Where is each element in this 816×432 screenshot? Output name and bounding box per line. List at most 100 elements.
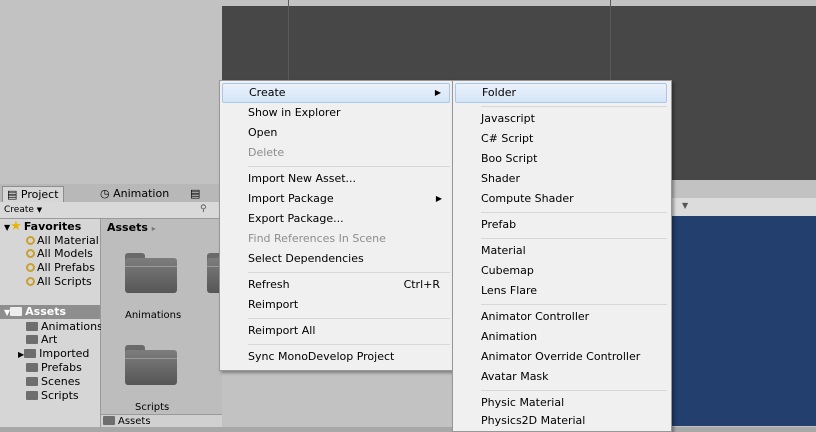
menu-item-create[interactable]: Create ▶ <box>222 83 450 103</box>
favorites-item[interactable]: All Prefabs <box>26 261 95 274</box>
submenu-item-label: Cubemap <box>481 264 534 277</box>
submenu-item-avatar-mask[interactable]: Avatar Mask <box>455 367 667 387</box>
submenu-item-label: Physic Material <box>481 396 565 409</box>
menu-item-label: Find References In Scene <box>248 232 386 245</box>
asset-grid: Assets ▸ Animations Scripts <box>101 219 223 427</box>
assets-tree-header[interactable]: ▼ Assets <box>0 305 100 319</box>
submenu-item-shader[interactable]: Shader <box>455 169 667 189</box>
menu-item-delete[interactable]: Delete <box>222 143 450 163</box>
assets-tree-item[interactable]: Art <box>26 333 57 346</box>
search-icon <box>26 277 35 286</box>
tab-console[interactable]: ▤ Co <box>186 186 222 216</box>
submenu-item-label: Avatar Mask <box>481 370 549 383</box>
submenu-item-prefab[interactable]: Prefab <box>455 215 667 235</box>
assets-label: Assets <box>25 305 67 318</box>
submenu-item-animator-controller[interactable]: Animator Controller <box>455 307 667 327</box>
favorites-item[interactable]: All Scripts <box>26 275 92 288</box>
menu-item-label: Reimport <box>248 298 299 311</box>
favorites-item[interactable]: All Models <box>26 247 93 260</box>
menu-item-find-references[interactable]: Find References In Scene <box>222 229 450 249</box>
submenu-item-physic-material[interactable]: Physic Material <box>455 393 667 413</box>
menu-item-reimport-all[interactable]: Reimport All <box>222 321 450 341</box>
menu-item-export-package[interactable]: Export Package... <box>222 209 450 229</box>
submenu-item-label: Animator Controller <box>481 310 590 323</box>
favorites-item-label: All Material <box>37 234 99 247</box>
menu-item-import-new-asset[interactable]: Import New Asset... <box>222 169 450 189</box>
breadcrumb-label: Assets <box>107 221 148 234</box>
assets-tree-item[interactable]: Scenes <box>26 375 80 388</box>
favorites-label: Favorites <box>23 220 82 233</box>
submenu-item-label: Compute Shader <box>481 192 574 205</box>
submenu-item-compute-shader[interactable]: Compute Shader <box>455 189 667 209</box>
assets-tree-item[interactable]: Prefabs <box>26 361 82 374</box>
right-panel-view[interactable] <box>670 216 816 426</box>
menu-item-show-in-explorer[interactable]: Show in Explorer <box>222 103 450 123</box>
folder-tile-label: Scripts <box>135 402 170 413</box>
folder-icon <box>26 335 38 344</box>
tab-project[interactable]: ▤ Project <box>2 186 64 203</box>
menu-item-open[interactable]: Open <box>222 123 450 143</box>
path-statusbar: Assets <box>101 414 222 428</box>
menu-item-label: Open <box>248 126 278 139</box>
submenu-item-javascript[interactable]: Javascript <box>455 109 667 129</box>
right-panel-header: ▼ <box>670 198 816 217</box>
menu-item-label: Delete <box>248 146 285 159</box>
menu-item-import-package[interactable]: Import Package ▶ <box>222 189 450 209</box>
project-tabbar: ▤ Project ◷ Animation ▤ Co <box>0 184 222 216</box>
tree-item-label: Scripts <box>41 389 79 402</box>
submenu-item-boo-script[interactable]: Boo Script <box>455 149 667 169</box>
create-button-label: Create <box>4 205 34 215</box>
menu-separator <box>481 238 667 239</box>
submenu-item-animator-override-controller[interactable]: Animator Override Controller <box>455 347 667 367</box>
assets-tree-item[interactable]: Scripts <box>26 389 79 402</box>
folder-tile-icon[interactable] <box>125 345 177 385</box>
submenu-item-label: Javascript <box>481 112 535 125</box>
dropdown-arrow-icon: ▼ <box>36 206 43 214</box>
submenu-item-cubemap[interactable]: Cubemap <box>455 261 667 281</box>
folder-tile-icon[interactable] <box>125 253 177 293</box>
menu-item-label: Import New Asset... <box>248 172 357 185</box>
menu-separator <box>248 272 450 273</box>
menu-item-label: Show in Explorer <box>248 106 341 119</box>
menu-item-select-dependencies[interactable]: Select Dependencies <box>222 249 450 269</box>
submenu-item-label: Animation <box>481 330 538 343</box>
submenu-item-animation[interactable]: Animation <box>455 327 667 347</box>
scene-top-strip <box>222 0 816 6</box>
menu-item-sync-monodevelop[interactable]: Sync MonoDevelop Project <box>222 347 450 367</box>
dropdown-arrow-icon[interactable]: ▼ <box>682 201 688 210</box>
menu-separator <box>248 166 450 167</box>
folder-icon <box>103 416 115 425</box>
menu-separator <box>481 304 667 305</box>
submenu-item-lens-flare[interactable]: Lens Flare <box>455 281 667 301</box>
assets-tree-item[interactable]: Animations <box>26 320 103 333</box>
breadcrumb[interactable]: Assets ▸ <box>107 221 156 234</box>
submenu-item-folder[interactable]: Folder <box>455 83 667 103</box>
submenu-item-label: Animator Override Controller <box>481 350 641 363</box>
tree-item-label: Art <box>41 333 58 346</box>
menu-item-label: Refresh <box>248 278 290 291</box>
submenu-item-material[interactable]: Material <box>455 241 667 261</box>
create-button[interactable]: Create ▼ <box>4 204 42 216</box>
upper-left-panel <box>0 0 222 180</box>
tab-animation[interactable]: ◷ Animation <box>96 186 173 202</box>
menu-item-refresh[interactable]: Refresh Ctrl+R <box>222 275 450 295</box>
submenu-item-physics2d-material[interactable]: Physics2D Material <box>455 411 667 431</box>
tree-item-label: Animations <box>41 320 103 333</box>
submenu-item-label: Shader <box>481 172 520 185</box>
menu-item-reimport[interactable]: Reimport <box>222 295 450 315</box>
favorites-item[interactable]: All Material <box>26 234 99 247</box>
bottom-strip <box>0 427 816 432</box>
folder-icon <box>26 322 38 331</box>
console-icon: ▤ <box>190 187 201 200</box>
favorites-item-label: All Models <box>37 247 93 260</box>
tab-project-label: Project <box>20 188 59 201</box>
shortcut-label: Ctrl+R <box>403 278 440 291</box>
star-icon: ★ <box>10 219 22 234</box>
favorites-header[interactable]: ▼★ Favorites <box>4 220 81 234</box>
project-tab-icon: ▤ <box>7 188 21 201</box>
assets-tree-item[interactable]: ▶ Imported <box>18 347 89 360</box>
status-path-label: Assets <box>118 416 151 427</box>
submenu-item-csharp-script[interactable]: C# Script <box>455 129 667 149</box>
submenu-item-label: Folder <box>482 86 516 99</box>
search-icon[interactable]: ⚲ <box>200 204 207 214</box>
